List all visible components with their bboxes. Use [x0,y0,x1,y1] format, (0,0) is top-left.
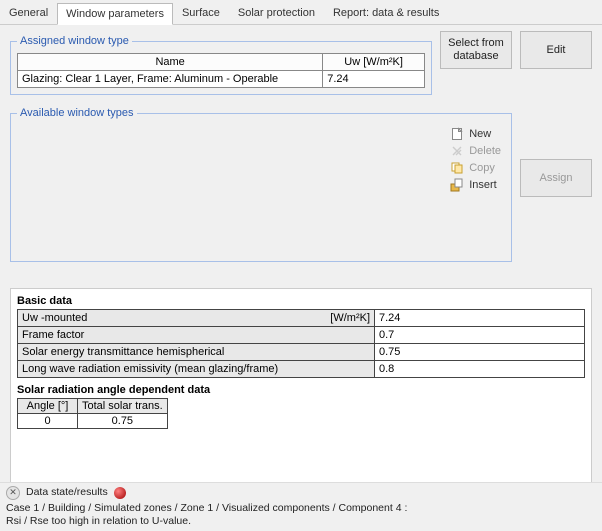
tab-general[interactable]: General [0,2,57,24]
uw-mounted-unit: [W/m²K] [330,312,370,324]
error-indicator-icon [114,487,126,499]
assigned-table: Name Uw [W/m²K] Glazing: Clear 1 Layer, … [17,53,425,88]
col-name: Name [18,54,323,71]
col-uw: Uw [W/m²K] [323,54,425,71]
data-panel[interactable]: Basic data Uw -mounted [W/m²K] 7.24 Fram… [10,288,592,483]
action-copy: Copy [450,161,501,175]
solar-trans-label: Solar energy transmittance hemispherical [18,344,375,361]
select-from-database-button[interactable]: Select from database [440,31,512,69]
new-icon [450,127,464,141]
status-heading: Data state/results [26,486,108,500]
assigned-name: Glazing: Clear 1 Layer, Frame: Aluminum … [18,71,323,88]
tab-window-parameters[interactable]: Window parameters [57,3,173,25]
frame-factor-value[interactable]: 0.7 [375,327,585,344]
solar-trans-value[interactable]: 0.75 [375,344,585,361]
angle-table: Angle [°] Total solar trans. 0 0.75 [17,398,168,429]
copy-icon [450,161,464,175]
basic-data-title: Basic data [17,295,585,307]
frame-factor-label: Frame factor [18,327,375,344]
tab-report[interactable]: Report: data & results [324,2,448,24]
action-copy-label: Copy [469,162,495,174]
status-message: Rsi / Rse too high in relation to U-valu… [6,515,596,529]
close-icon[interactable]: ✕ [6,486,20,500]
delete-icon [450,144,464,158]
uw-mounted-value[interactable]: 7.24 [375,310,585,327]
emissivity-value[interactable]: 0.8 [375,361,585,378]
tab-bar: General Window parameters Surface Solar … [0,0,602,25]
available-list[interactable]: New Delete Copy [17,125,505,255]
tab-solar-protection[interactable]: Solar protection [229,2,324,24]
assigned-legend: Assigned window type [17,35,132,47]
action-insert-label: Insert [469,179,497,191]
assigned-window-type-group: Assigned window type Name Uw [W/m²K] Gla… [10,35,432,95]
angle-data-title: Solar radiation angle dependent data [17,384,585,396]
status-bar: ✕ Data state/results Case 1 / Building /… [0,482,602,531]
action-new[interactable]: New [450,127,501,141]
assign-button: Assign [520,159,592,197]
angle-cell-angle: 0 [18,414,78,429]
status-breadcrumb: Case 1 / Building / Simulated zones / Zo… [6,502,596,516]
action-insert[interactable]: Insert [450,178,501,192]
available-legend: Available window types [17,107,137,119]
assigned-row[interactable]: Glazing: Clear 1 Layer, Frame: Aluminum … [18,71,425,88]
tab-surface[interactable]: Surface [173,2,229,24]
insert-icon [450,178,464,192]
action-new-label: New [469,128,491,140]
angle-row[interactable]: 0 0.75 [18,414,168,429]
emissivity-label: Long wave radiation emissivity (mean gla… [18,361,375,378]
angle-col1: Angle [°] [18,399,78,414]
available-window-types-group: Available window types New Delete [10,107,512,262]
assigned-uw: 7.24 [323,71,425,88]
action-delete-label: Delete [469,145,501,157]
edit-button[interactable]: Edit [520,31,592,69]
uw-mounted-label: Uw -mounted [22,312,87,324]
angle-cell-trans: 0.75 [78,414,168,429]
basic-data-table: Uw -mounted [W/m²K] 7.24 Frame factor 0.… [17,309,585,378]
action-delete: Delete [450,144,501,158]
angle-col2: Total solar trans. [78,399,168,414]
